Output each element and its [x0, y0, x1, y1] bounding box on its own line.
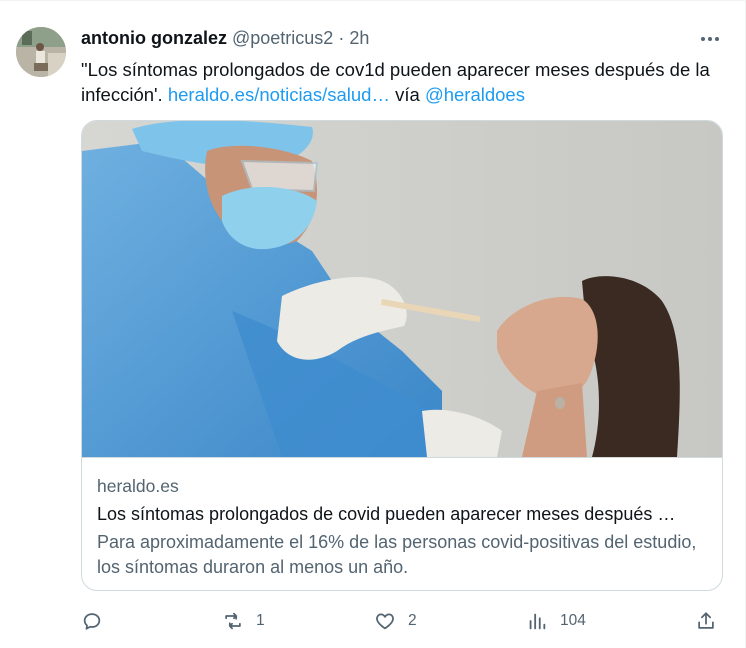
card-body: heraldo.es Los síntomas prolongados de c…: [82, 457, 722, 590]
share-button[interactable]: [695, 605, 717, 637]
avatar[interactable]: [16, 27, 66, 77]
timestamp[interactable]: 2h: [349, 28, 369, 49]
avatar-image: [16, 27, 66, 77]
reply-button[interactable]: [81, 605, 103, 637]
heart-icon: [376, 613, 394, 630]
action-bar: 1 2 104: [81, 605, 721, 637]
card-title: Los síntomas prolongados de covid pueden…: [97, 504, 676, 524]
mention-link[interactable]: @heraldoes: [425, 84, 525, 105]
article-link[interactable]: heraldo.es/noticias/salud…: [168, 84, 390, 105]
more-icon-dot: [708, 37, 712, 41]
views-icon: [529, 613, 546, 630]
tweet-text: "Los síntomas prolongados de cov1d puede…: [81, 57, 721, 107]
via-text: vía: [389, 84, 425, 105]
views-count: 104: [560, 612, 586, 629]
share-icon: [698, 612, 714, 629]
card-image: [82, 121, 722, 457]
display-name[interactable]: antonio gonzalez: [81, 28, 227, 49]
separator-dot: ·: [338, 28, 345, 48]
retweet-count: 1: [256, 612, 265, 629]
card-domain: heraldo.es: [97, 476, 179, 496]
retweet-icon: [225, 612, 241, 630]
views-button[interactable]: 104: [526, 605, 586, 637]
tweet-header: antonio gonzalez @poetricus2 · 2h: [81, 28, 369, 49]
card-description: Para aproximadamente el 16% de las perso…: [97, 532, 697, 577]
like-count: 2: [408, 612, 417, 629]
more-icon-dot: [715, 37, 719, 41]
more-icon-dot: [701, 37, 705, 41]
like-button[interactable]: 2: [374, 605, 417, 637]
more-options-button[interactable]: [695, 27, 725, 51]
tweet[interactable]: antonio gonzalez @poetricus2 · 2h "Los s…: [0, 0, 746, 648]
retweet-button[interactable]: 1: [222, 605, 265, 637]
user-handle[interactable]: @poetricus2: [232, 28, 333, 49]
reply-icon: [83, 613, 101, 630]
link-card[interactable]: heraldo.es Los síntomas prolongados de c…: [81, 120, 723, 591]
